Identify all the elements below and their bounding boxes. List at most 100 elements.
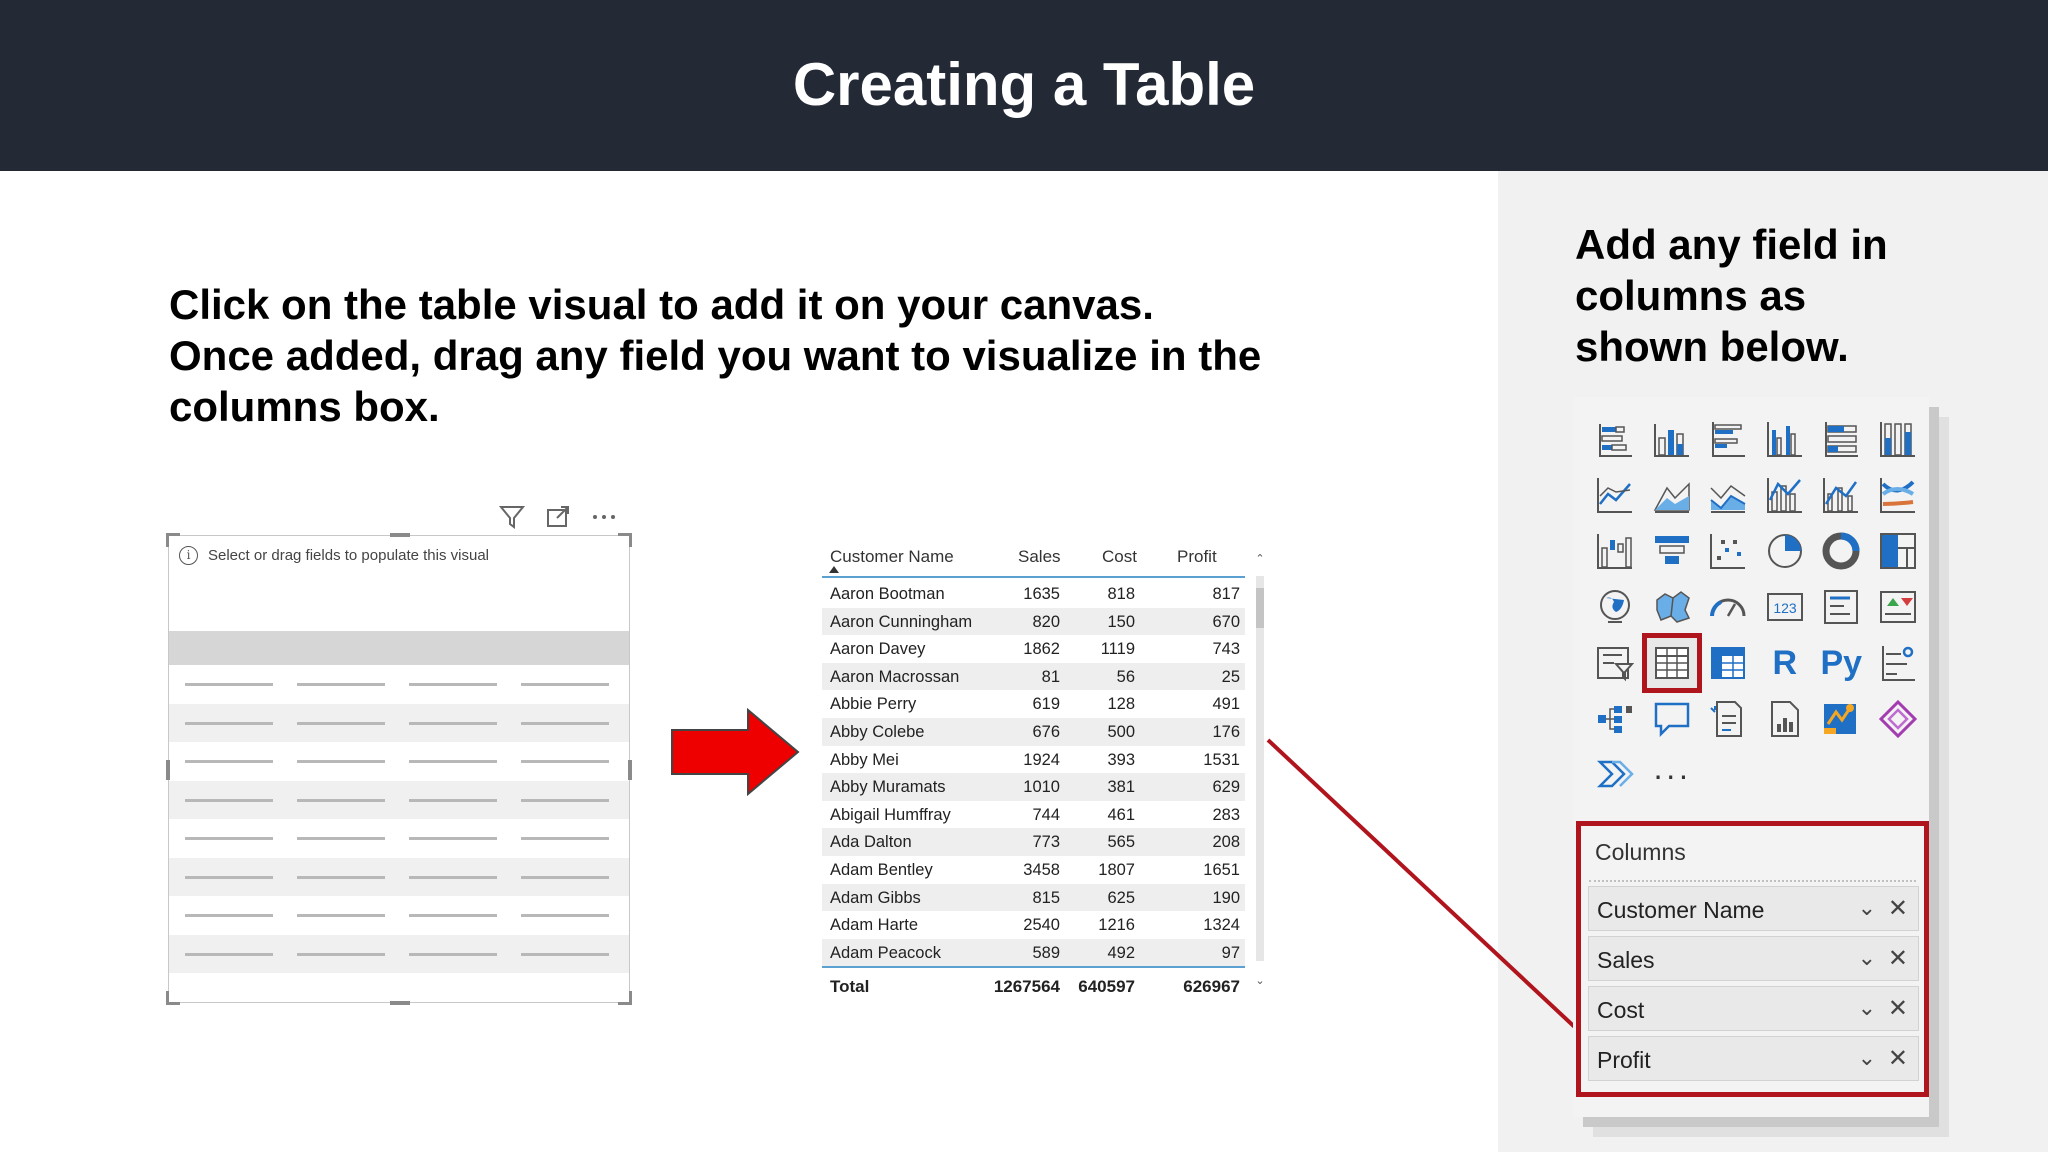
resize-handle-bottom-left[interactable] <box>166 991 180 1005</box>
table-row[interactable]: Abby Muramats 1010 381 629 <box>822 773 1245 801</box>
scroll-thumb[interactable] <box>1256 588 1264 628</box>
100-stacked-bar-chart-icon[interactable] <box>1813 411 1870 467</box>
table-row[interactable]: Adam Gibbs 815 625 190 <box>822 883 1245 912</box>
smart-narrative-icon[interactable] <box>1700 691 1757 747</box>
slicer-icon[interactable] <box>1587 635 1644 691</box>
decomposition-tree-icon[interactable] <box>1587 691 1644 747</box>
table-row[interactable]: Ada Dalton 773 565 208 <box>822 828 1245 856</box>
qa-icon[interactable] <box>1644 691 1701 747</box>
column-field-well[interactable]: Profit ⌄ ✕ <box>1588 1036 1919 1081</box>
column-field-label: Profit <box>1597 1047 1651 1073</box>
table-row[interactable]: Adam Harte 2540 1216 1324 <box>822 911 1245 939</box>
chevron-down-icon[interactable]: ⌄ <box>1858 945 1876 971</box>
filled-map-icon[interactable] <box>1644 579 1701 635</box>
column-field-well[interactable]: Customer Name ⌄ ✕ <box>1588 886 1919 931</box>
ribbon-chart-icon[interactable] <box>1870 467 1927 523</box>
table-row[interactable]: Adam Bentley 3458 1807 1651 <box>822 856 1245 884</box>
remove-field-icon[interactable]: ✕ <box>1888 994 1908 1023</box>
line-and-clustered-column-chart-icon[interactable] <box>1813 467 1870 523</box>
table-row[interactable]: Aaron Cunningham 820 150 670 <box>822 607 1245 636</box>
placeholder-cell-line <box>409 952 497 956</box>
map-icon[interactable] <box>1587 579 1644 635</box>
table-row[interactable]: Abbie Perry 619 128 491 <box>822 690 1245 718</box>
column-field-well[interactable]: Cost ⌄ ✕ <box>1588 986 1919 1031</box>
header-cost[interactable]: Cost <box>1102 547 1137 567</box>
power-apps-icon[interactable] <box>1870 691 1927 747</box>
line-and-column-chart-icon[interactable] <box>1757 467 1814 523</box>
resize-handle-bottom-right[interactable] <box>618 991 632 1005</box>
total-profit: 626967 <box>1183 977 1240 996</box>
header-customer-name[interactable]: Customer Name <box>830 547 954 567</box>
remove-field-icon[interactable]: ✕ <box>1888 944 1908 973</box>
scatter-chart-icon[interactable] <box>1700 523 1757 579</box>
header-profit[interactable]: Profit <box>1177 547 1217 567</box>
right-caption-line-1: Add any field in <box>1575 221 1888 268</box>
placeholder-header-row <box>169 631 629 665</box>
table-row[interactable]: Aaron Bootman 1635 818 817 <box>822 580 1245 608</box>
chevron-down-icon[interactable]: ⌄ <box>1858 995 1876 1021</box>
matrix-icon[interactable] <box>1700 635 1757 691</box>
r-script-visual-icon[interactable]: R <box>1757 635 1814 691</box>
header-sales[interactable]: Sales <box>1018 547 1061 567</box>
power-automate-icon[interactable] <box>1587 747 1644 803</box>
table-row[interactable]: Aaron Macrossan 81 56 25 <box>822 662 1245 691</box>
card-icon[interactable]: 123 <box>1757 579 1814 635</box>
cell-customer-name: Abby Mei <box>830 750 899 769</box>
python-visual-icon[interactable]: Py <box>1813 635 1870 691</box>
multi-row-card-icon[interactable] <box>1813 579 1870 635</box>
table-row[interactable]: Adam Peacock 589 492 97 <box>822 938 1245 967</box>
gauge-icon[interactable] <box>1700 579 1757 635</box>
funnel-chart-icon[interactable] <box>1644 523 1701 579</box>
customer-table[interactable]: Customer Name Sales Cost Profit Aaron Bo… <box>822 540 1272 1010</box>
scroll-up-icon[interactable]: ⌃ <box>1254 552 1266 565</box>
stacked-column-chart-icon[interactable] <box>1644 411 1701 467</box>
more-options-icon[interactable] <box>589 502 619 532</box>
paginated-report-icon[interactable] <box>1757 691 1814 747</box>
column-field-well[interactable]: Sales ⌄ ✕ <box>1588 936 1919 981</box>
line-chart-icon[interactable] <box>1587 467 1644 523</box>
resize-handle-top-left[interactable] <box>166 533 180 547</box>
cell-profit: 491 <box>1212 695 1240 714</box>
area-chart-icon[interactable] <box>1644 467 1701 523</box>
filter-icon[interactable] <box>497 502 527 532</box>
100-stacked-column-chart-icon[interactable] <box>1870 411 1927 467</box>
arcgis-map-icon[interactable] <box>1813 691 1870 747</box>
pie-chart-icon[interactable] <box>1757 523 1814 579</box>
remove-field-icon[interactable]: ✕ <box>1888 1044 1908 1073</box>
chevron-down-icon[interactable]: ⌄ <box>1858 895 1876 921</box>
resize-handle-bottom[interactable] <box>390 1001 410 1005</box>
clustered-bar-chart-icon[interactable] <box>1700 411 1757 467</box>
waterfall-chart-icon[interactable] <box>1587 523 1644 579</box>
placeholder-cell-line <box>409 914 497 917</box>
more-label: ··· <box>1652 756 1691 793</box>
cell-cost: 500 <box>1107 723 1135 741</box>
cell-sales: 676 <box>1032 723 1060 741</box>
table-row[interactable]: Abby Mei 1924 393 1531 <box>822 746 1245 774</box>
more-visuals-icon[interactable]: ··· <box>1644 747 1701 803</box>
remove-field-icon[interactable]: ✕ <box>1888 894 1908 923</box>
table-row[interactable]: Aaron Davey 1862 1119 743 <box>822 635 1245 663</box>
treemap-icon[interactable] <box>1870 523 1927 579</box>
stacked-area-chart-icon[interactable] <box>1700 467 1757 523</box>
resize-handle-right[interactable] <box>628 760 632 780</box>
placeholder-cell-line <box>297 875 385 879</box>
table-row[interactable]: Abby Colebe 676 500 176 <box>822 718 1245 746</box>
key-influencers-icon[interactable] <box>1870 635 1927 691</box>
chevron-down-icon[interactable]: ⌄ <box>1858 1045 1876 1071</box>
kpi-icon[interactable] <box>1870 579 1927 635</box>
table-icon[interactable] <box>1641 633 1702 693</box>
cell-profit: 817 <box>1212 585 1240 603</box>
resize-handle-top[interactable] <box>390 533 410 537</box>
cell-profit: 97 <box>1221 943 1240 962</box>
placeholder-row <box>169 703 629 742</box>
resize-handle-top-right[interactable] <box>618 533 632 547</box>
table-row[interactable]: Abigail Humffray 744 461 283 <box>822 801 1245 829</box>
donut-chart-icon[interactable] <box>1813 523 1870 579</box>
focus-mode-icon[interactable] <box>543 502 573 532</box>
empty-table-visual[interactable]: i Select or drag fields to populate this… <box>166 533 632 1005</box>
stacked-bar-chart-icon[interactable] <box>1587 411 1644 467</box>
clustered-column-chart-icon[interactable] <box>1757 411 1814 467</box>
cell-cost: 128 <box>1107 695 1135 714</box>
columns-field-well[interactable]: Columns Customer Name ⌄ ✕ Sales ⌄ ✕ Cost ⌄ ✕ Prof… <box>1576 821 1929 1097</box>
resize-handle-left[interactable] <box>166 760 170 780</box>
